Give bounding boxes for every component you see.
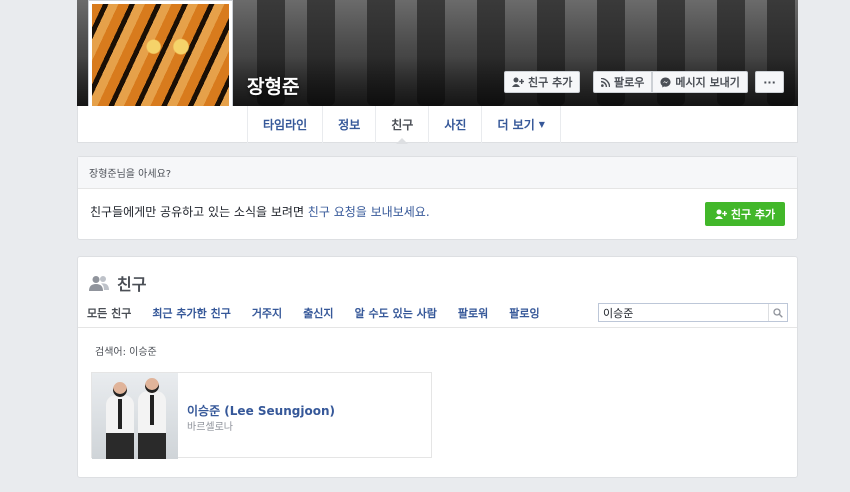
message-text: 친구들에게만 공유하고 있는 소식을 보려면 <box>90 205 308 219</box>
tab-photos[interactable]: 사진 <box>428 106 481 143</box>
more-actions: ··· <box>755 71 784 93</box>
friends-search-input[interactable] <box>599 304 767 321</box>
tab-hometown[interactable]: 출신지 <box>303 305 333 321</box>
follow-button[interactable]: 팔로우 <box>593 71 653 93</box>
tab-more[interactable]: 더 보기 ▼ <box>481 106 561 143</box>
cover-actions-group: 팔로우 메시지 보내기 <box>593 71 748 93</box>
friend-location: 바르셀로나 <box>187 422 233 433</box>
more-button[interactable]: ··· <box>755 71 784 93</box>
friends-icon <box>89 276 109 291</box>
profile-tabs: 타임라인 정보 친구 사진 더 보기 ▼ <box>247 106 561 144</box>
add-friend-button[interactable]: 친구 추가 <box>504 71 581 93</box>
search-query-label: 검색어: 이승준 <box>95 347 157 358</box>
tab-timeline[interactable]: 타임라인 <box>247 106 322 143</box>
tab-label: 정보 <box>338 118 361 132</box>
search-icon <box>773 307 783 318</box>
more-label: ··· <box>763 75 776 89</box>
tab-label: 친구 <box>391 118 414 132</box>
tab-followers[interactable]: 팔로워 <box>458 305 488 321</box>
do-you-know-header: 장형준님을 아세요? <box>78 157 797 189</box>
tab-label: 사진 <box>444 118 467 132</box>
friend-result-card[interactable]: 이승준 (Lee Seungjoon) 바르셀로나 <box>91 372 432 459</box>
tab-current-city[interactable]: 거주지 <box>252 305 282 321</box>
message-button[interactable]: 메시지 보내기 <box>652 71 748 93</box>
rss-icon <box>601 77 610 87</box>
message-label: 메시지 보내기 <box>675 76 740 89</box>
profile-name[interactable]: 장형준 <box>247 72 299 99</box>
friend-photo[interactable] <box>92 373 178 459</box>
friends-title: 친구 <box>89 271 146 295</box>
tab-friends[interactable]: 친구 <box>375 106 428 144</box>
follow-label: 팔로우 <box>614 76 645 89</box>
caret-down-icon: ▼ <box>538 120 545 129</box>
send-request-link[interactable]: 친구 요청을 보내보세요. <box>308 205 430 219</box>
messenger-icon <box>660 76 671 88</box>
add-friend-label: 친구 추가 <box>528 76 573 89</box>
tab-following[interactable]: 팔로잉 <box>509 305 539 321</box>
friend-name-link[interactable]: 이승준 (Lee Seungjoon) <box>187 402 335 419</box>
tab-label: 더 보기 <box>497 118 535 132</box>
add-friend-green-button[interactable]: 친구 추가 <box>705 202 785 226</box>
search-button[interactable] <box>768 304 787 321</box>
add-friend-icon <box>512 77 524 87</box>
friends-search-box <box>598 303 788 322</box>
tab-label: 타임라인 <box>263 118 308 132</box>
add-friend-icon <box>714 209 727 219</box>
cover-actions: 친구 추가 <box>504 71 581 93</box>
tab-people-you-may-know[interactable]: 알 수도 있는 사람 <box>355 305 437 321</box>
tab-about[interactable]: 정보 <box>322 106 375 143</box>
tab-all-friends[interactable]: 모든 친구 <box>87 305 131 321</box>
tab-recently-added[interactable]: 최근 추가한 친구 <box>152 305 231 321</box>
friend-request-message: 친구들에게만 공유하고 있는 소식을 보려면 친구 요청을 보내보세요. <box>90 203 430 220</box>
friends-filter-tabs: 모든 친구 최근 추가한 친구 거주지 출신지 알 수도 있는 사람 팔로워 팔… <box>87 305 540 321</box>
add-friend-label: 친구 추가 <box>730 208 776 221</box>
divider <box>78 327 797 328</box>
friends-title-text: 친구 <box>117 275 147 294</box>
friends-card: 친구 모든 친구 최근 추가한 친구 거주지 출신지 알 수도 있는 사람 팔로… <box>77 256 798 478</box>
do-you-know-card: 장형준님을 아세요? 친구들에게만 공유하고 있는 소식을 보려면 친구 요청을… <box>77 156 798 240</box>
